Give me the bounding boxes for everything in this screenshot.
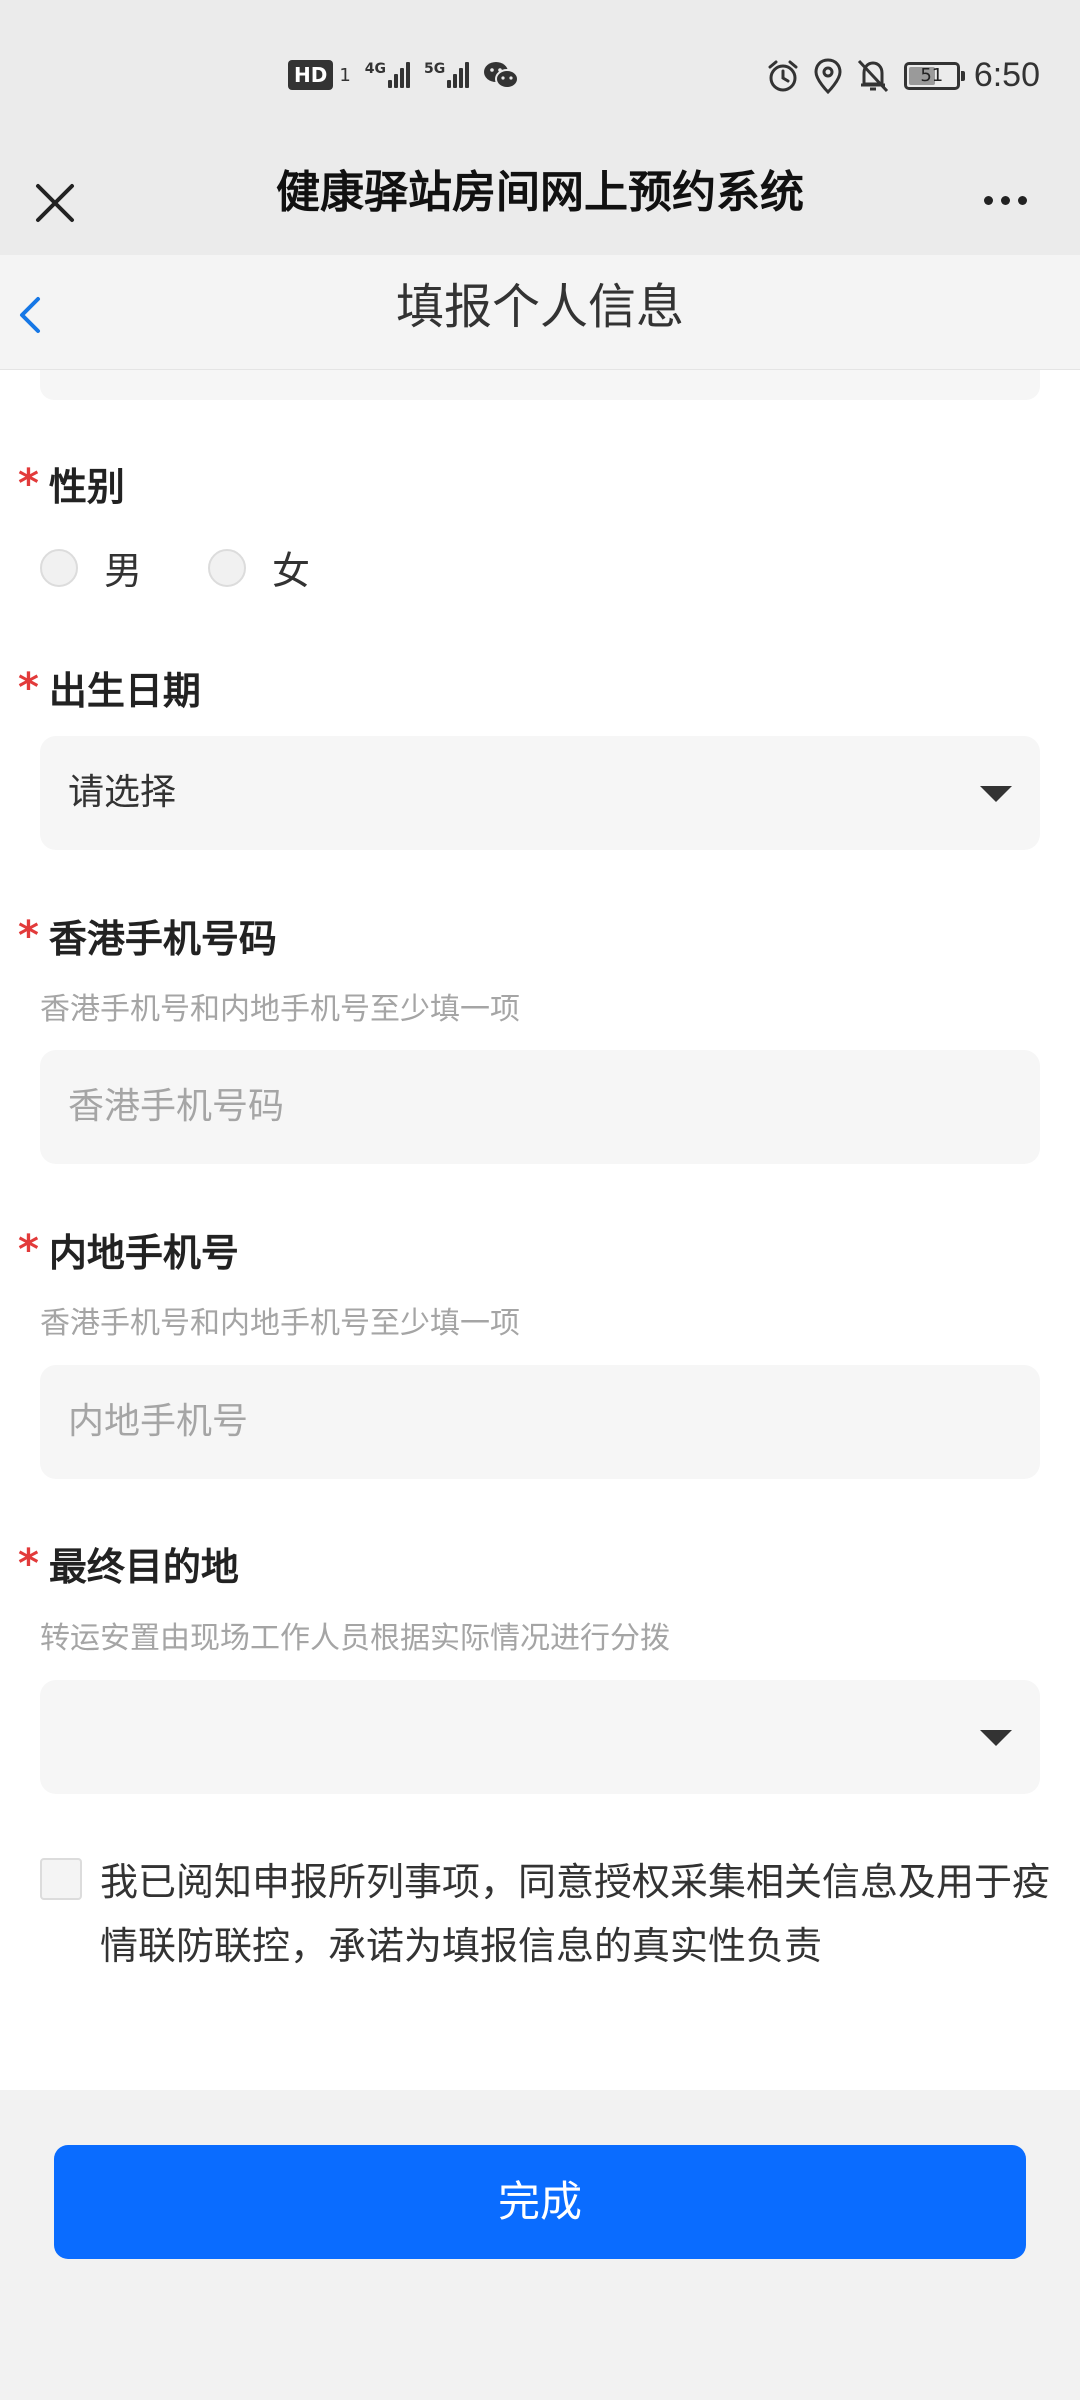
- previous-field-input[interactable]: [40, 370, 1040, 400]
- network-5g-label: 5G: [424, 61, 446, 77]
- clock: 6:50: [973, 56, 1040, 94]
- mute-bell-icon: [857, 59, 888, 92]
- status-left: HD 1 4G 5G: [288, 60, 520, 90]
- hk-phone-input[interactable]: 香港手机号码: [40, 1050, 1040, 1164]
- hk-phone-label-text: 香港手机号码: [48, 917, 277, 961]
- footer: 完成: [0, 2090, 1080, 2400]
- signal-5g-icon: 5G: [424, 61, 470, 88]
- status-bar: HD 1 4G 5G 51 6:50: [0, 0, 1080, 150]
- more-dot-icon: [983, 195, 993, 205]
- destination-select[interactable]: [40, 1680, 1040, 1794]
- sim-number: 1: [339, 64, 351, 86]
- dob-label: * 出生日期: [18, 660, 201, 715]
- hd-badge: HD: [288, 60, 334, 90]
- radio-male[interactable]: [40, 548, 78, 587]
- more-dot-icon: [1000, 195, 1010, 205]
- personal-info-form: * 性别 男 女 * 出生日期 请选择 * 香港手机号码 香港手机号和内地手机号…: [0, 370, 1080, 2090]
- required-mark: *: [18, 1226, 39, 1273]
- mainland-phone-placeholder: 内地手机号: [68, 1401, 249, 1442]
- mainland-phone-label-text: 内地手机号: [48, 1231, 239, 1275]
- hk-phone-placeholder: 香港手机号码: [68, 1086, 285, 1127]
- location-icon: [814, 57, 842, 94]
- agreement-checkbox[interactable]: [40, 1858, 82, 1900]
- mainland-phone-hint: 香港手机号和内地手机号至少填一项: [40, 1306, 520, 1341]
- network-4g-label: 4G: [364, 61, 387, 77]
- battery-icon: 51: [903, 61, 965, 90]
- status-right: 51 6:50: [766, 56, 1040, 95]
- mainland-phone-label: * 内地手机号: [18, 1222, 239, 1277]
- destination-label-text: 最终目的地: [48, 1545, 239, 1589]
- dob-select-value: 请选择: [68, 772, 177, 813]
- gender-options: 男 女: [40, 540, 376, 595]
- title-bar: 健康驿站房间网上预约系统: [0, 150, 1080, 255]
- signal-4g-icon: 4G: [364, 61, 411, 88]
- wechat-icon: [484, 62, 520, 89]
- radio-female[interactable]: [208, 548, 247, 587]
- caret-down-icon: [980, 1730, 1012, 1746]
- destination-label: * 最终目的地: [18, 1536, 239, 1591]
- agreement-text[interactable]: 我已阅知申报所列事项，同意授权采集相关信息及用于疫情联防联控，承诺为填报信息的真…: [100, 1850, 1050, 1978]
- done-button[interactable]: 完成: [54, 2145, 1026, 2259]
- destination-hint: 转运安置由现场工作人员根据实际情况进行分拨: [40, 1621, 670, 1656]
- required-mark: *: [18, 460, 39, 507]
- battery-level: 51: [920, 64, 944, 86]
- more-dot-icon: [1017, 195, 1027, 205]
- caret-down-icon: [980, 786, 1012, 802]
- required-mark: *: [18, 1540, 39, 1587]
- app-title: 健康驿站房间网上预约系统: [276, 167, 804, 218]
- gender-label: * 性别: [18, 456, 125, 511]
- required-mark: *: [18, 664, 39, 711]
- required-mark: *: [18, 912, 39, 959]
- radio-male-label[interactable]: 男: [104, 540, 142, 595]
- page-title: 填报个人信息: [395, 279, 684, 335]
- hk-phone-label: * 香港手机号码: [18, 908, 277, 963]
- radio-female-label[interactable]: 女: [272, 540, 310, 595]
- hk-phone-hint: 香港手机号和内地手机号至少填一项: [40, 992, 520, 1027]
- gender-label-text: 性别: [48, 465, 125, 509]
- more-options-button[interactable]: [970, 180, 1040, 220]
- nav-bar: 填报个人信息: [0, 255, 1080, 370]
- dob-label-text: 出生日期: [48, 669, 201, 713]
- agreement-row: 我已阅知申报所列事项，同意授权采集相关信息及用于疫情联防联控，承诺为填报信息的真…: [40, 1850, 1050, 1978]
- dob-select[interactable]: 请选择: [40, 736, 1040, 850]
- mainland-phone-input[interactable]: 内地手机号: [40, 1365, 1040, 1479]
- alarm-icon: [768, 60, 798, 91]
